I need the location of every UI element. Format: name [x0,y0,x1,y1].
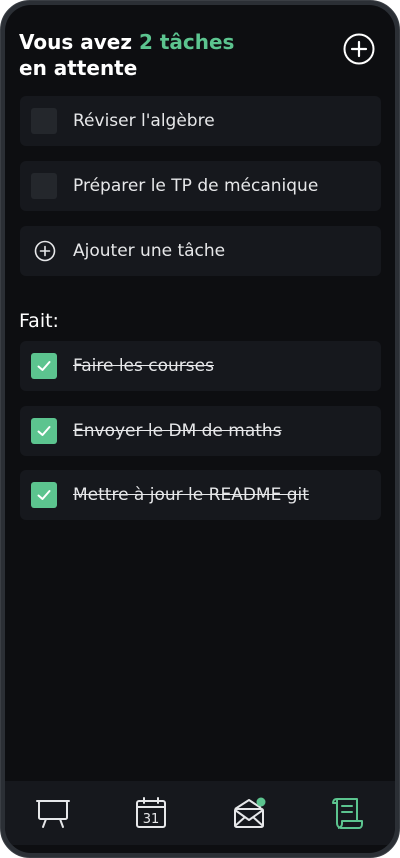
nav-calendar[interactable]: 31 [133,795,169,831]
add-task-row[interactable]: Ajouter une tâche [20,226,381,276]
task-label: Réviser l'algèbre [73,111,215,131]
phone-frame: Vous avez 2 tâches en attente Réviser l'… [0,0,400,858]
mail-icon [234,797,266,828]
check-icon [37,426,51,436]
add-task-button[interactable] [343,33,375,65]
plus-circle-icon [343,33,375,65]
bottom-nav: 31 [5,781,395,845]
task-checkbox[interactable] [31,353,57,379]
nav-tasks[interactable] [329,795,365,831]
receipt-icon [332,798,363,829]
task-checkbox[interactable] [31,173,57,199]
calendar-day: 31 [143,812,160,827]
app-screen: Vous avez 2 tâches en attente Réviser l'… [5,5,395,853]
title-prefix: Vous avez [19,30,139,54]
task-item[interactable]: Réviser l'algèbre [20,96,381,146]
task-item[interactable]: Faire les courses [20,341,381,391]
task-item[interactable]: Envoyer le DM de maths [20,406,381,456]
page-title: Vous avez 2 tâches en attente [19,29,319,81]
task-label: Préparer le TP de mécanique [73,176,319,196]
task-label: Envoyer le DM de maths [73,421,282,441]
plus-circle-icon [34,240,56,262]
check-icon [37,490,51,500]
notification-dot [256,797,266,807]
title-suffix: en attente [19,56,138,80]
calendar-icon: 31 [136,797,166,828]
nav-board[interactable] [35,795,71,831]
task-checkbox[interactable] [31,108,57,134]
done-section-title: Fait: [19,310,59,332]
task-item[interactable]: Préparer le TP de mécanique [20,161,381,211]
add-task-label: Ajouter une tâche [73,241,226,261]
nav-mail[interactable] [231,795,267,831]
task-label: Faire les courses [73,356,214,376]
presentation-board-icon [36,800,70,828]
task-checkbox[interactable] [31,418,57,444]
task-label: Mettre à jour le README git [73,485,309,505]
title-accent: 2 tâches [138,30,235,54]
check-icon [37,361,51,371]
task-item[interactable]: Mettre à jour le README git [20,470,381,520]
task-checkbox[interactable] [31,482,57,508]
